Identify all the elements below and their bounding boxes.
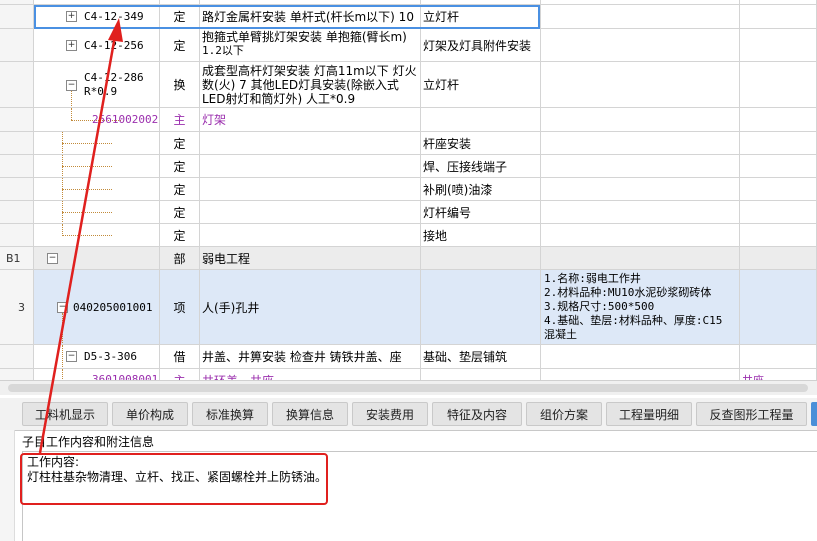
annotation-arrow bbox=[38, 18, 123, 454]
